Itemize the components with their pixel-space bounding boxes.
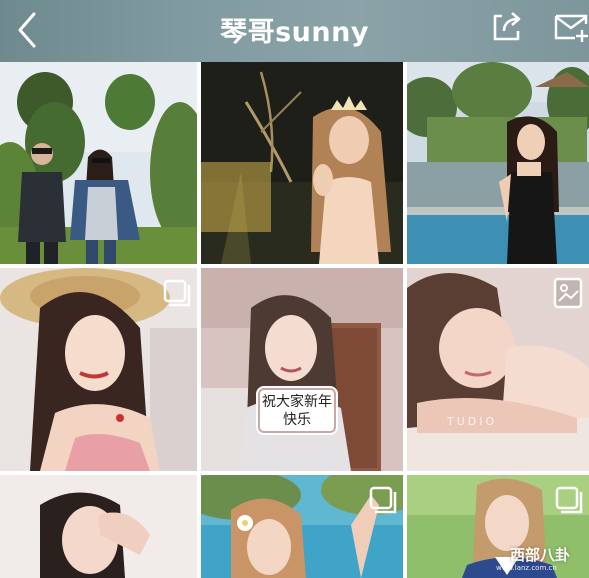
photo-girl-pool-garden (407, 62, 589, 264)
message-add-icon[interactable] (553, 12, 589, 42)
photo-girl-newyear (201, 268, 403, 471)
multi-image-icon (555, 486, 583, 514)
photo-tile[interactable] (201, 62, 403, 264)
photo-girl-hand-forehead (0, 475, 197, 578)
photo-caption: 祝大家新年快乐 (258, 388, 336, 433)
image-icon (553, 277, 583, 309)
multi-image-icon (163, 279, 191, 307)
watermark-url: www.lanz.com.cn (496, 564, 557, 572)
photo-overlay-text: TUDIO (447, 415, 498, 428)
photo-tile[interactable] (407, 268, 589, 471)
photo-grid (0, 62, 589, 578)
photo-girl-crown-night (201, 62, 403, 264)
photo-tile[interactable] (0, 475, 197, 578)
photo-tile[interactable] (201, 268, 403, 471)
photo-tile[interactable] (0, 62, 197, 264)
photo-couple-outdoor (0, 62, 197, 264)
photo-tile[interactable] (201, 475, 403, 578)
share-icon[interactable] (490, 9, 524, 43)
photo-tile[interactable] (407, 62, 589, 264)
watermark-logo: 西部八卦 (510, 546, 571, 564)
header-bar: 琴哥sunny (0, 0, 589, 62)
photo-tile[interactable] (0, 268, 197, 471)
multi-image-icon (369, 486, 397, 514)
